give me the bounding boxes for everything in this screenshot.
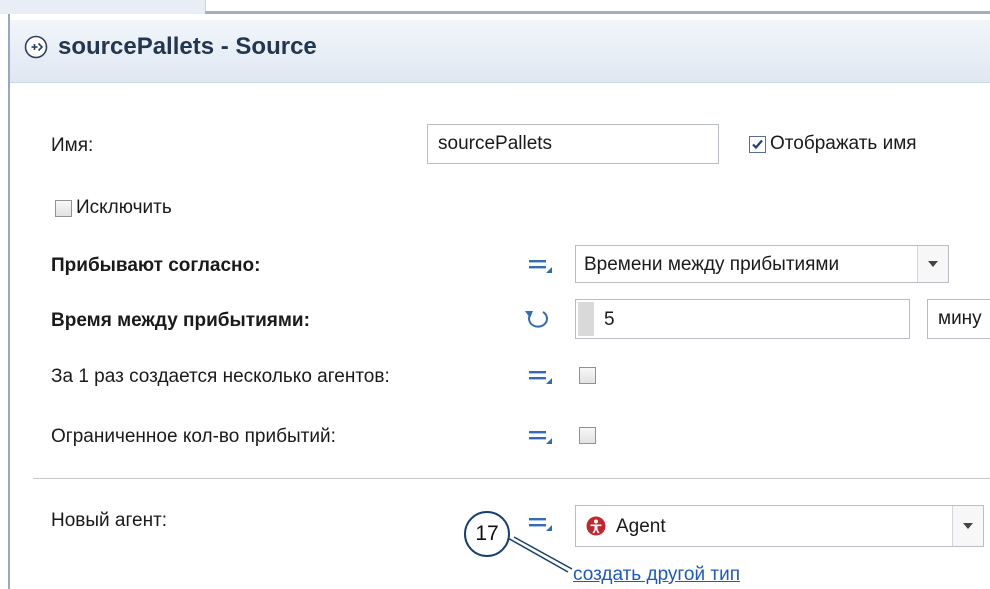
exclude-label: Исключить bbox=[76, 197, 172, 218]
chevron-down-icon bbox=[963, 523, 973, 529]
equals-icon[interactable] bbox=[529, 368, 553, 384]
callout-badge: 17 bbox=[464, 511, 510, 557]
show-name-checkbox[interactable] bbox=[749, 136, 766, 153]
show-name-label: Отображать имя bbox=[770, 133, 917, 154]
equals-icon[interactable] bbox=[529, 515, 553, 531]
source-block-icon bbox=[24, 35, 48, 59]
page-title: sourcePallets - Source bbox=[58, 33, 317, 60]
interarrival-label: Время между прибытиями: bbox=[51, 310, 310, 331]
interarrival-input[interactable]: 5 bbox=[575, 299, 910, 339]
refresh-arrow-icon[interactable] bbox=[524, 307, 552, 331]
equals-icon[interactable] bbox=[529, 257, 553, 273]
name-input[interactable]: sourcePallets bbox=[427, 124, 719, 164]
callout-pointer bbox=[505, 536, 573, 573]
equals-icon[interactable] bbox=[529, 428, 553, 444]
limited-label: Ограниченное кол-во прибытий: bbox=[51, 426, 336, 447]
arrive-dropdown-value: Времени между прибытиями bbox=[584, 254, 840, 275]
arrive-label: Прибывают согласно: bbox=[51, 255, 261, 276]
limited-checkbox[interactable] bbox=[579, 427, 596, 444]
multiple-checkbox[interactable] bbox=[579, 367, 596, 384]
name-label: Имя: bbox=[51, 135, 94, 156]
multiple-label: За 1 раз создается несколько агентов: bbox=[51, 366, 390, 387]
interarrival-value: 5 bbox=[604, 309, 615, 330]
agent-person-icon bbox=[586, 516, 606, 536]
check-icon bbox=[752, 139, 763, 150]
arrive-dropdown[interactable]: Времени между прибытиями bbox=[575, 245, 949, 283]
section-divider bbox=[33, 478, 990, 479]
chevron-down-icon bbox=[928, 261, 938, 267]
new-agent-label: Новый агент: bbox=[51, 510, 168, 531]
new-agent-value: Agent bbox=[616, 516, 666, 537]
dropdown-button[interactable] bbox=[917, 246, 948, 282]
create-type-link[interactable]: создать другой тип bbox=[573, 564, 740, 586]
dropdown-button[interactable] bbox=[952, 506, 983, 546]
new-agent-dropdown[interactable]: Agent bbox=[575, 505, 984, 547]
time-unit-dropdown[interactable]: мину bbox=[927, 299, 990, 339]
tab-strip bbox=[0, 0, 990, 14]
exclude-checkbox[interactable] bbox=[55, 200, 72, 217]
units-indicator bbox=[578, 302, 594, 336]
active-tab[interactable] bbox=[0, 0, 206, 14]
